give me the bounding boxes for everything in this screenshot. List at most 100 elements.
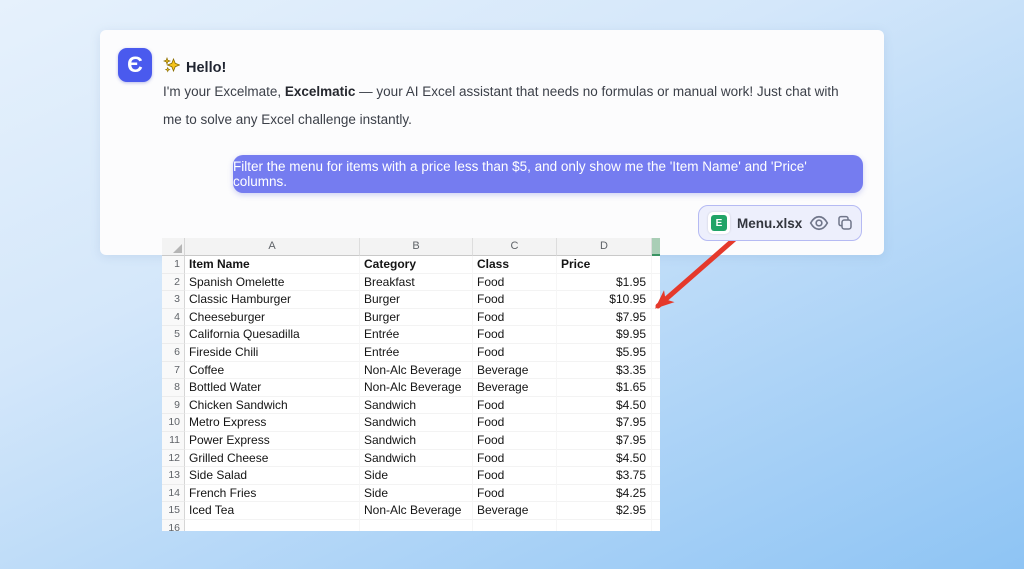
sheet-cell xyxy=(473,520,557,531)
sheet-row: 8Bottled WaterNon-Alc BeverageBeverage$1… xyxy=(162,379,660,397)
sheet-cell: $7.95 xyxy=(557,432,652,450)
sheet-cell-e xyxy=(652,274,660,292)
sheet-cell: Side xyxy=(360,485,473,503)
attachment-chip[interactable]: E Menu.xlsx xyxy=(698,205,862,241)
row-number: 9 xyxy=(162,397,185,415)
sheet-row: 5California QuesadillaEntréeFood$9.95 xyxy=(162,326,660,344)
sheet-row: 3Classic HamburgerBurgerFood$10.95 xyxy=(162,291,660,309)
sheet-cell: Beverage xyxy=(473,502,557,520)
sheet-cell: $9.95 xyxy=(557,326,652,344)
sheet-cell: Bottled Water xyxy=(185,379,360,397)
sheet-row: 6Fireside ChiliEntréeFood$5.95 xyxy=(162,344,660,362)
sheet-row: 14French FriesSideFood$4.25 xyxy=(162,485,660,503)
sheet-row: 15Iced TeaNon-Alc BeverageBeverage$2.95 xyxy=(162,502,660,520)
sheet-cell: Side Salad xyxy=(185,467,360,485)
sheet-cell: Food xyxy=(473,344,557,362)
sheet-row: 10Metro ExpressSandwichFood$7.95 xyxy=(162,414,660,432)
sheet-cell: Food xyxy=(473,414,557,432)
sheet-cell: Chicken Sandwich xyxy=(185,397,360,415)
row-number: 7 xyxy=(162,362,185,380)
sheet-cell: Sandwich xyxy=(360,450,473,468)
sheet-cell: $1.65 xyxy=(557,379,652,397)
sheet-cell-e xyxy=(652,485,660,503)
sheet-cell: Burger xyxy=(360,309,473,327)
sheet-cell: $3.35 xyxy=(557,362,652,380)
sheet-cell-e xyxy=(652,467,660,485)
sparkles-icon xyxy=(163,57,180,79)
sheet-cell: Classic Hamburger xyxy=(185,291,360,309)
column-header-D: D xyxy=(557,238,652,256)
greeting-title: Hello! xyxy=(186,60,226,76)
row-number: 3 xyxy=(162,291,185,309)
sheet-cell: California Quesadilla xyxy=(185,326,360,344)
user-message-bubble: Filter the menu for items with a price l… xyxy=(233,155,863,193)
sheet-row: 12Grilled CheeseSandwichFood$4.50 xyxy=(162,450,660,468)
sheet-cell: Food xyxy=(473,432,557,450)
copy-icon[interactable] xyxy=(836,214,854,232)
row-number: 13 xyxy=(162,467,185,485)
assistant-avatar: Є xyxy=(118,48,152,82)
column-header-A: A xyxy=(185,238,360,256)
row-number: 1 xyxy=(162,256,185,274)
row-number: 5 xyxy=(162,326,185,344)
sheet-cell: Category xyxy=(360,256,473,274)
sheet-cell: Side xyxy=(360,467,473,485)
sheet-cell-e xyxy=(652,520,660,531)
sheet-cell: Food xyxy=(473,467,557,485)
sheet-cell-e xyxy=(652,309,660,327)
row-number: 15 xyxy=(162,502,185,520)
sheet-cell: Cheeseburger xyxy=(185,309,360,327)
sheet-cell: Sandwich xyxy=(360,432,473,450)
sheet-cell-e xyxy=(652,256,660,274)
sheet-cell: Food xyxy=(473,397,557,415)
greeting-text: I'm your Excelmate, Excelmatic — your AI… xyxy=(163,78,841,134)
sheet-cell-e xyxy=(652,414,660,432)
sheet-row: 9Chicken SandwichSandwichFood$4.50 xyxy=(162,397,660,415)
sheet-cell: Iced Tea xyxy=(185,502,360,520)
attachment-filename: Menu.xlsx xyxy=(737,216,802,231)
sheet-cell: Power Express xyxy=(185,432,360,450)
sheet-row: 16 xyxy=(162,520,660,531)
select-all-corner xyxy=(162,238,185,256)
sheet-row: 1Item NameCategoryClassPrice xyxy=(162,256,660,274)
row-number: 11 xyxy=(162,432,185,450)
sheet-cell: Non-Alc Beverage xyxy=(360,362,473,380)
sheet-row: 7CoffeeNon-Alc BeverageBeverage$3.35 xyxy=(162,362,660,380)
sheet-cell: Burger xyxy=(360,291,473,309)
sheet-row: 2Spanish OmeletteBreakfastFood$1.95 xyxy=(162,274,660,292)
greeting-header: Hello! xyxy=(163,57,226,79)
sheet-cell-e xyxy=(652,502,660,520)
sheet-cell: Item Name xyxy=(185,256,360,274)
greeting-part1: I'm your Excelmate, xyxy=(163,84,285,99)
file-icon-letter: E xyxy=(716,218,723,229)
row-number: 8 xyxy=(162,379,185,397)
sheet-cell: Food xyxy=(473,309,557,327)
row-number: 14 xyxy=(162,485,185,503)
sheet-cell: $4.25 xyxy=(557,485,652,503)
sheet-cell-e xyxy=(652,397,660,415)
sheet-cell: $4.50 xyxy=(557,450,652,468)
sheet-cell: Food xyxy=(473,450,557,468)
brand-name: Excelmatic xyxy=(285,84,356,99)
sheet-row: 11Power ExpressSandwichFood$7.95 xyxy=(162,432,660,450)
sheet-header-row: ABCD xyxy=(162,238,660,256)
sheet-cell xyxy=(185,520,360,531)
sheet-cell: Breakfast xyxy=(360,274,473,292)
sheet-cell: $4.50 xyxy=(557,397,652,415)
sheet-cell: Entrée xyxy=(360,344,473,362)
sheet-cell-e xyxy=(652,326,660,344)
sheet-cell-e xyxy=(652,450,660,468)
spreadsheet: ABCD 1Item NameCategoryClassPrice2Spanis… xyxy=(162,238,660,531)
sheet-cell: Grilled Cheese xyxy=(185,450,360,468)
eye-preview-icon[interactable] xyxy=(809,213,829,233)
sheet-cell: $7.95 xyxy=(557,414,652,432)
column-header-B: B xyxy=(360,238,473,256)
sheet-cell-e xyxy=(652,379,660,397)
sheet-cell: Fireside Chili xyxy=(185,344,360,362)
sheet-cell-e xyxy=(652,362,660,380)
column-header-selected xyxy=(652,238,660,256)
row-number: 6 xyxy=(162,344,185,362)
column-header-C: C xyxy=(473,238,557,256)
sheet-cell: Beverage xyxy=(473,362,557,380)
row-number: 4 xyxy=(162,309,185,327)
